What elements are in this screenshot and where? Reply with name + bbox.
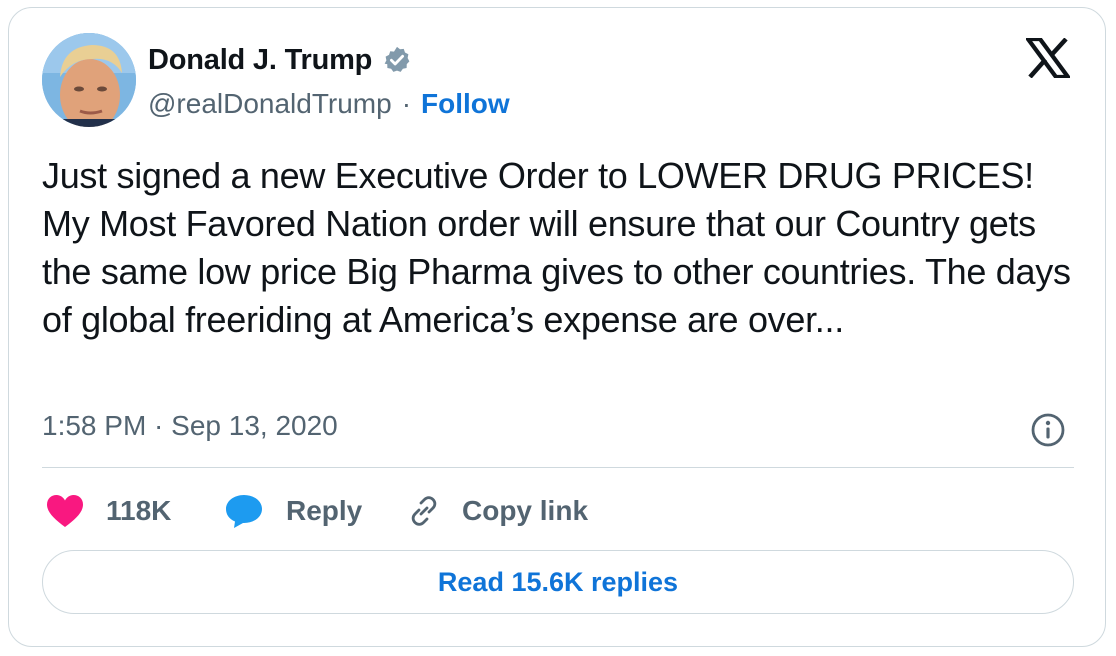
- reply-label: Reply: [286, 495, 363, 526]
- copy-link-button[interactable]: Copy link: [406, 488, 588, 534]
- avatar[interactable]: [42, 33, 136, 127]
- follow-link[interactable]: Follow: [421, 88, 510, 120]
- divider: [42, 467, 1074, 468]
- avatar-image: [42, 33, 136, 127]
- tweet-timestamp[interactable]: 1:58 PM · Sep 13, 2020: [42, 410, 338, 442]
- x-logo-icon[interactable]: [1026, 38, 1070, 78]
- author-name-row: Donald J. Trump: [148, 40, 412, 80]
- copy-link-label: Copy link: [462, 495, 589, 526]
- likes-count: 118K: [106, 495, 172, 526]
- info-icon[interactable]: [1028, 410, 1068, 450]
- author-name[interactable]: Donald J. Trump: [148, 44, 372, 77]
- tweet-text: Just signed a new Executive Order to LOW…: [42, 155, 1071, 340]
- link-icon: [411, 496, 437, 526]
- author-handle-row: @realDonaldTrump · Follow: [148, 84, 510, 124]
- heart-icon: [47, 495, 83, 527]
- reply-button[interactable]: Reply: [224, 488, 362, 534]
- like-button[interactable]: 118K: [46, 488, 171, 534]
- author-handle[interactable]: @realDonaldTrump: [148, 88, 392, 120]
- read-replies-button[interactable]: Read 15.6K replies: [42, 550, 1074, 614]
- speech-bubble-icon: [226, 495, 262, 528]
- verified-badge-icon: [384, 46, 410, 72]
- handle-separator: ·: [401, 88, 412, 119]
